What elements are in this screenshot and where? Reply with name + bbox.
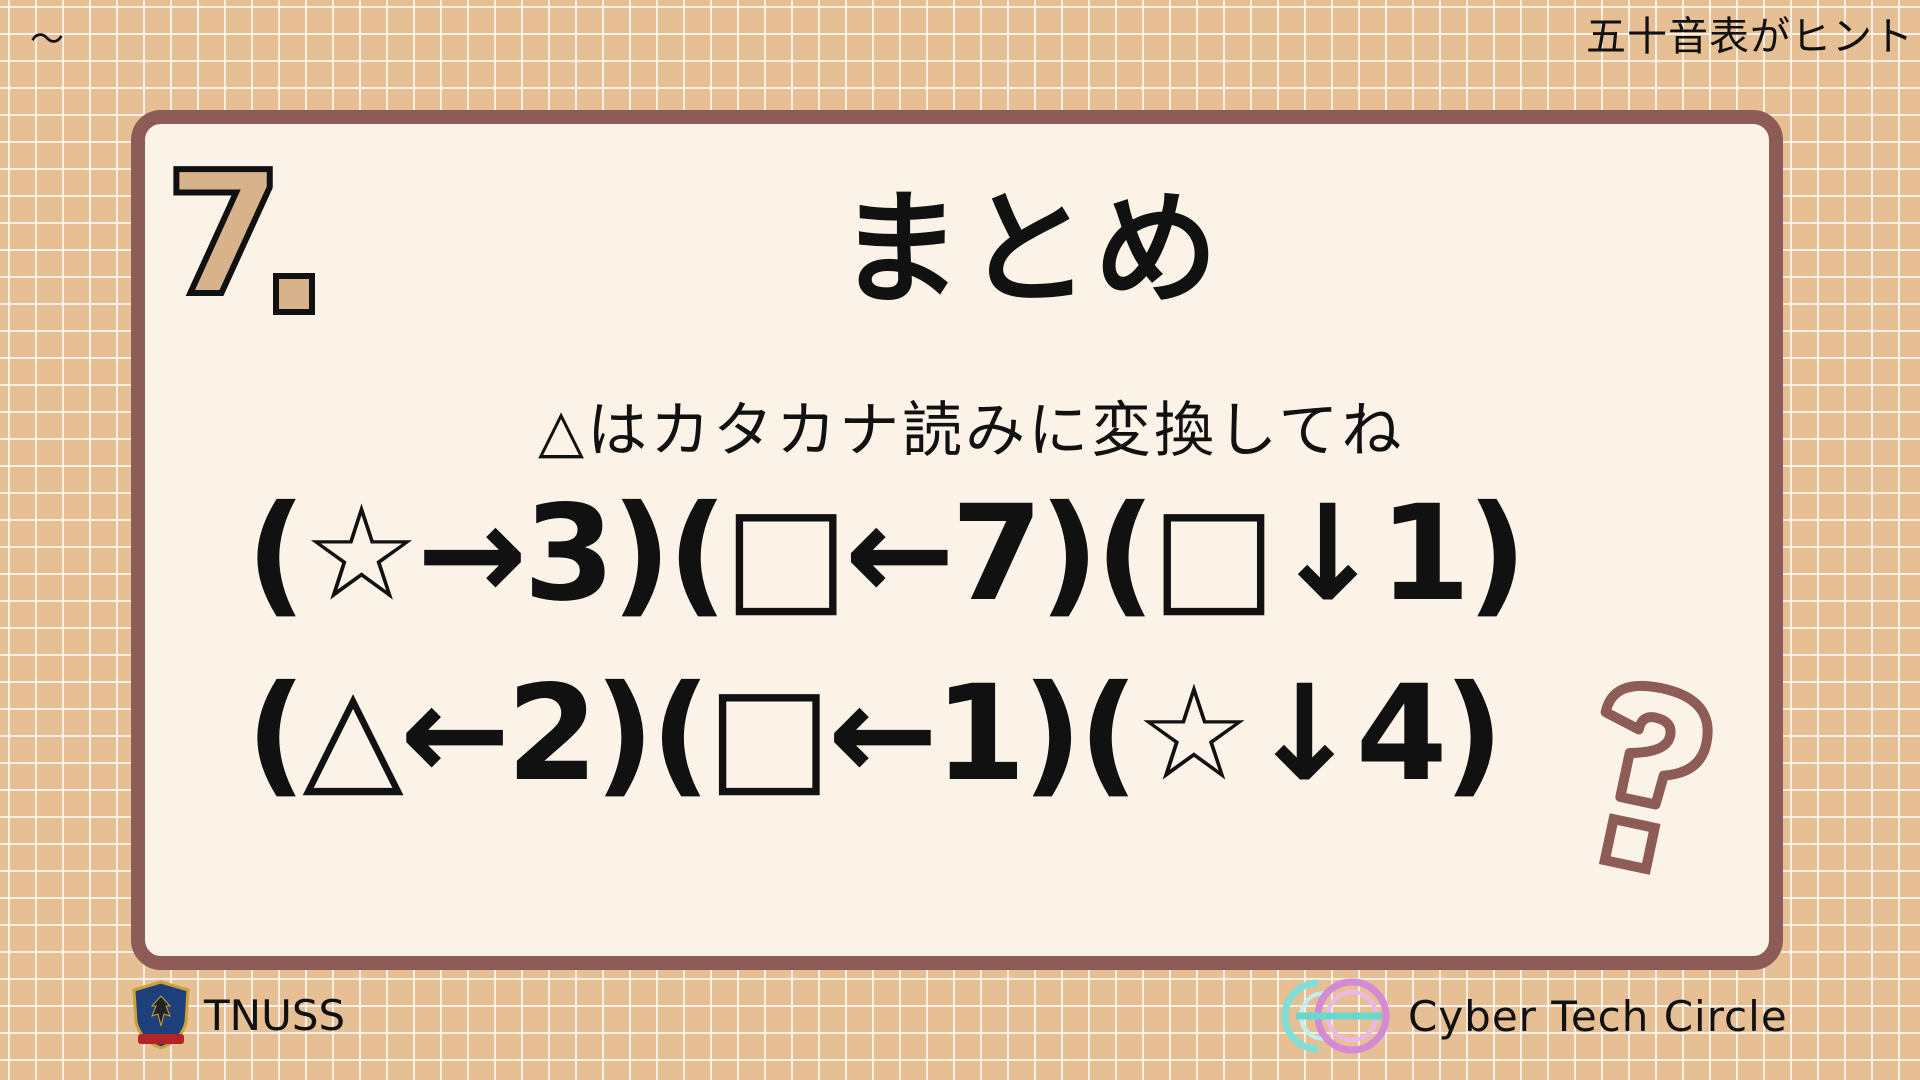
hint-text: 五十音表がヒント (1586, 14, 1914, 60)
card-title: まとめ (837, 178, 1222, 322)
crest-icon (132, 980, 190, 1050)
instruction-text: △はカタカナ読みに変換してね (538, 396, 1405, 466)
tnuss-label: TNUSS (204, 990, 346, 1040)
cyber-tech-label: Cyber Tech Circle (1408, 991, 1788, 1041)
cyber-tech-logo-icon (1281, 978, 1390, 1054)
tilde-mark: 〜 (30, 20, 64, 60)
cipher-row-1: (☆→3)(□←7)(□↓1) (246, 477, 1527, 631)
question-mark-icon (1598, 680, 1713, 875)
footer-right: Cyber Tech Circle (1276, 975, 1788, 1057)
cipher-row-2: (△←2)(□←1)(☆↓4) (246, 657, 1504, 811)
footer-left: TNUSS (130, 980, 345, 1050)
